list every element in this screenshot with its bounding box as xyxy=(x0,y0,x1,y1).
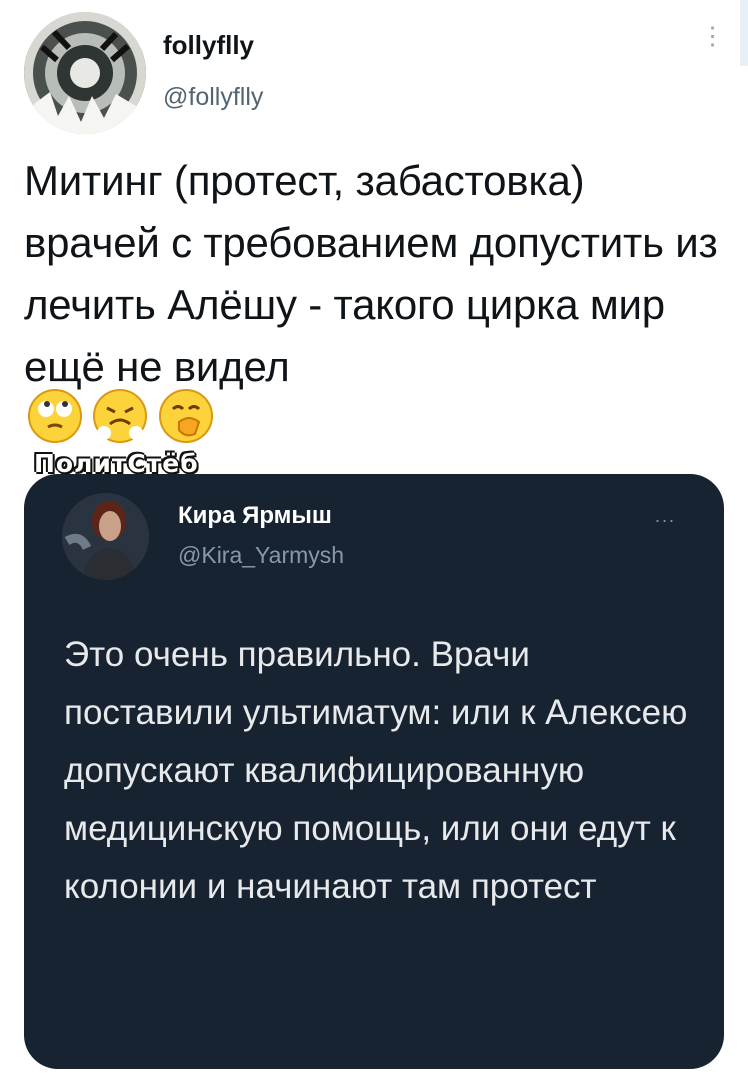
tweet-text: Митинг (протест, забастовка) врачей с тр… xyxy=(24,157,718,390)
face-with-steam-from-nose-icon xyxy=(93,389,148,443)
author-name[interactable]: follyflly xyxy=(163,30,254,61)
quoted-tweet-text: Это очень правильно. Врачи поставили уль… xyxy=(64,635,688,906)
quoted-author-handle[interactable]: @Kira_Yarmysh xyxy=(178,542,344,569)
more-options-icon[interactable]: ⋮ xyxy=(700,24,725,68)
emoji-row xyxy=(28,389,220,444)
face-with-rolling-eyes-icon xyxy=(28,389,82,443)
quoted-avatar-image xyxy=(62,493,149,580)
author-handle[interactable]: @follyflly xyxy=(163,83,263,112)
quoted-author-name[interactable]: Кира Ярмыш xyxy=(178,502,332,530)
avatar-image xyxy=(24,12,146,134)
quoted-more-options-icon[interactable]: ... xyxy=(655,506,676,527)
scrollbar[interactable] xyxy=(740,0,748,66)
quoted-author-avatar[interactable] xyxy=(62,493,149,580)
face-with-hand-over-mouth-icon xyxy=(158,389,213,443)
author-avatar[interactable] xyxy=(24,12,146,134)
